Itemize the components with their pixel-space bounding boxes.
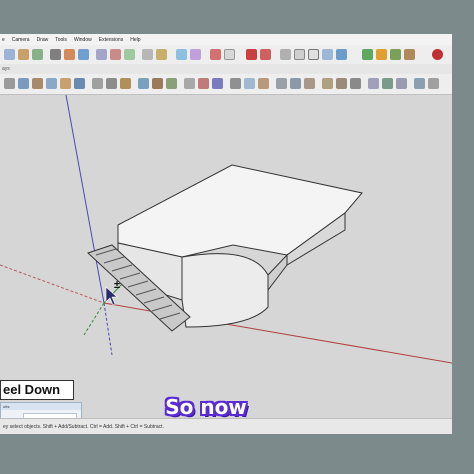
ext-tool-19-icon[interactable] [276, 78, 287, 89]
ext-tool-13-icon[interactable] [184, 78, 195, 89]
ext-tool-10-icon[interactable] [138, 78, 149, 89]
blue-axis [65, 94, 105, 304]
style-builder-icon[interactable] [404, 49, 415, 60]
entity-info-title: utts [1, 403, 81, 410]
ext-tool-16-icon[interactable] [230, 78, 241, 89]
ext-tool-25-icon[interactable] [368, 78, 379, 89]
menu-bar: e Camera Draw Tools Window Extensions He… [0, 34, 452, 45]
toolbar-top [0, 45, 452, 65]
shaded-icon[interactable] [322, 49, 333, 60]
ext-tool-27-icon[interactable] [396, 78, 407, 89]
push-pull-icon[interactable] [96, 49, 107, 60]
ext-tool-29-icon[interactable] [428, 78, 439, 89]
ext-tool-4-icon[interactable] [46, 78, 57, 89]
model-scene [0, 94, 452, 364]
ext-tool-22-icon[interactable] [322, 78, 333, 89]
menu-help[interactable]: Help [130, 37, 140, 43]
model-viewport[interactable]: ± [0, 94, 452, 418]
ext-tool-28-icon[interactable] [414, 78, 425, 89]
ext-tool-8-icon[interactable] [106, 78, 117, 89]
ext-tool-14-icon[interactable] [198, 78, 209, 89]
section-display-icon[interactable] [260, 49, 271, 60]
ext-tool-11-icon[interactable] [152, 78, 163, 89]
toolbar-row-label: ays [0, 64, 452, 74]
orbit-icon[interactable] [176, 49, 187, 60]
zoom-extents-icon[interactable] [224, 49, 235, 60]
wireframe-icon[interactable] [294, 49, 305, 60]
menu-window[interactable]: Window [74, 37, 92, 43]
model-rounded-face [181, 253, 269, 328]
shaded-textures-icon[interactable] [336, 49, 347, 60]
ext-tool-26-icon[interactable] [382, 78, 393, 89]
menu-extensions[interactable]: Extensions [99, 37, 123, 43]
hidden-line-icon[interactable] [308, 49, 319, 60]
video-frame-top [0, 0, 474, 34]
sketchup-window: e Camera Draw Tools Window Extensions He… [0, 34, 452, 434]
ext-tool-2-icon[interactable] [18, 78, 29, 89]
ext-tool-5-icon[interactable] [60, 78, 71, 89]
ext-tool-17-icon[interactable] [244, 78, 255, 89]
xray-icon[interactable] [280, 49, 291, 60]
model-top-face [117, 164, 363, 258]
pan-icon[interactable] [190, 49, 201, 60]
ext-tool-3-icon[interactable] [32, 78, 43, 89]
arc-tool-icon[interactable] [64, 49, 75, 60]
menu-edit[interactable]: e [2, 37, 5, 43]
video-subtitle: So now [165, 395, 247, 419]
paint-bucket-icon[interactable] [32, 49, 43, 60]
ext-tool-6-icon[interactable] [74, 78, 85, 89]
video-frame-right [452, 34, 474, 434]
model-step-face [267, 253, 288, 292]
red-axis-dashed [0, 264, 105, 304]
green-axis-dashed [83, 302, 105, 336]
offset-tool-icon[interactable] [142, 49, 153, 60]
tape-measure-icon[interactable] [156, 49, 167, 60]
toolbar-extensions [0, 74, 452, 95]
section-plane-icon[interactable] [246, 49, 257, 60]
ext-tool-18-icon[interactable] [258, 78, 269, 89]
line-tool-icon[interactable] [50, 49, 61, 60]
rotate-tool-icon[interactable] [124, 49, 135, 60]
ext-tool-9-icon[interactable] [120, 78, 131, 89]
ext-tool-15-icon[interactable] [212, 78, 223, 89]
menu-tools[interactable]: Tools [55, 37, 67, 43]
cursor-modifier: ± [114, 279, 121, 291]
ext-tool-7-icon[interactable] [92, 78, 103, 89]
eraser-icon[interactable] [18, 49, 29, 60]
ext-tool-24-icon[interactable] [350, 78, 361, 89]
ext-tool-23-icon[interactable] [336, 78, 347, 89]
rectangle-tool-icon[interactable] [78, 49, 89, 60]
profile-icon[interactable] [432, 49, 443, 60]
extension-warehouse-icon[interactable] [376, 49, 387, 60]
move-tool-icon[interactable] [110, 49, 121, 60]
caption-label: eel Down [0, 380, 74, 400]
select-tool-icon[interactable] [4, 49, 15, 60]
ext-tool-20-icon[interactable] [290, 78, 301, 89]
ext-tool-12-icon[interactable] [166, 78, 177, 89]
video-frame-bottom [0, 434, 474, 474]
layout-icon[interactable] [390, 49, 401, 60]
ext-tool-21-icon[interactable] [304, 78, 315, 89]
warehouse-icon[interactable] [362, 49, 373, 60]
zoom-icon[interactable] [210, 49, 221, 60]
menu-camera[interactable]: Camera [12, 37, 30, 43]
menu-draw[interactable]: Draw [37, 37, 49, 43]
blue-axis-dashed [103, 302, 113, 356]
ext-tool-1-icon[interactable] [4, 78, 15, 89]
